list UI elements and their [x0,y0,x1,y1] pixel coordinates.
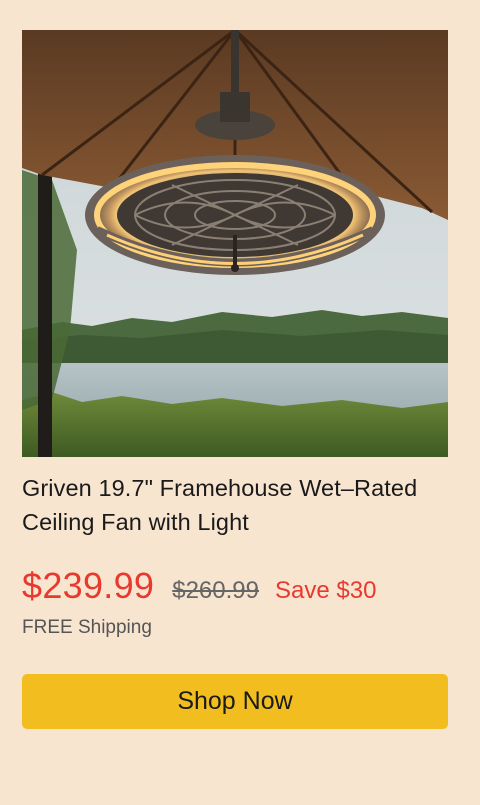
price-row: $239.99 $260.99 Save $30 [22,565,448,607]
product-title[interactable]: Griven 19.7" Framehouse Wet–Rated Ceilin… [22,471,448,539]
product-image[interactable] [22,30,448,457]
shop-now-button[interactable]: Shop Now [22,674,448,729]
sale-price: $239.99 [22,565,155,606]
product-card[interactable]: Griven 19.7" Framehouse Wet–Rated Ceilin… [22,30,448,639]
savings-label: Save $30 [275,577,377,604]
original-price: $260.99 [172,577,259,604]
shipping-label: FREE Shipping [22,617,152,638]
